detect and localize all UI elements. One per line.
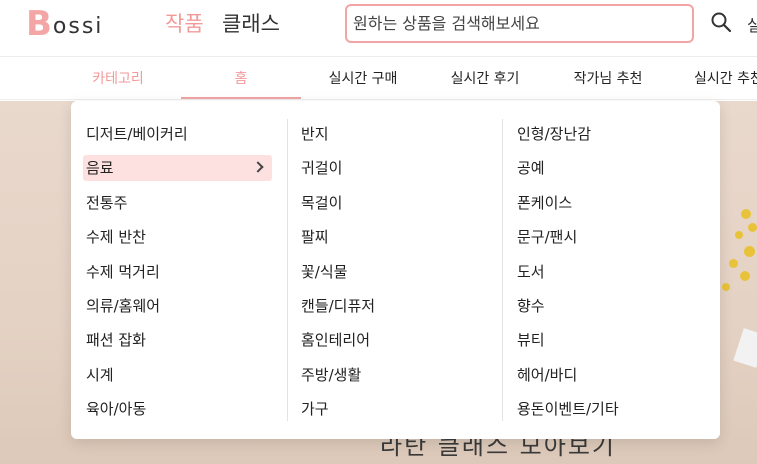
category-item[interactable]: 용돈이벤트/기타: [517, 396, 707, 422]
category-item[interactable]: 의류/홈웨어: [86, 293, 272, 319]
category-item[interactable]: 수제 먹거리: [86, 259, 272, 285]
nav-item-category[interactable]: 카테고리: [78, 58, 158, 100]
home-tab-underline: [181, 97, 301, 99]
category-item-label: 음료: [86, 159, 114, 178]
category-item[interactable]: 가구: [301, 396, 481, 422]
category-item[interactable]: 공예: [517, 155, 707, 181]
chevron-right-icon: [252, 161, 264, 174]
flower-decoration: [740, 271, 750, 281]
nav-item-realtime-review[interactable]: 실시간 후기: [440, 58, 530, 100]
paper-decoration: [733, 328, 757, 368]
category-item[interactable]: 목걸이: [301, 190, 481, 216]
category-item[interactable]: 뷰티: [517, 327, 707, 353]
category-dropdown: 디저트/베이커리 음료 전통주 수제 반찬 수제 먹거리 의류/홈웨어 패션 잡…: [71, 101, 720, 439]
category-item[interactable]: 패션 잡화: [86, 327, 272, 353]
header-cut-label[interactable]: 실: [747, 12, 757, 36]
category-item[interactable]: 귀걸이: [301, 155, 481, 181]
category-item[interactable]: 폰케이스: [517, 190, 707, 216]
category-column-2: 반지 귀걸이 목걸이 팔찌 꽃/식물 캔들/디퓨저 홈인테리어 주방/생활 가구: [301, 121, 481, 431]
flower-decoration: [744, 246, 755, 257]
column-divider: [287, 119, 288, 421]
header: B ossi 작품 클래스 실: [0, 0, 757, 57]
search-icon[interactable]: [710, 11, 732, 33]
category-item-active[interactable]: 음료: [83, 155, 272, 182]
category-item[interactable]: 육아/아동: [86, 396, 272, 422]
tab-classes[interactable]: 클래스: [222, 10, 280, 38]
flower-decoration: [735, 231, 743, 239]
category-item[interactable]: 전통주: [86, 190, 272, 216]
category-item[interactable]: 꽃/식물: [301, 259, 481, 285]
category-item[interactable]: 시계: [86, 362, 272, 388]
category-item[interactable]: 홈인테리어: [301, 327, 481, 353]
search-box: [345, 4, 694, 43]
category-item[interactable]: 도서: [517, 259, 707, 285]
nav-item-realtime-purchase[interactable]: 실시간 구매: [318, 58, 408, 100]
search-input[interactable]: [347, 6, 692, 41]
main-nav: 카테고리 홈 실시간 구매 실시간 후기 작가님 추천 실시간 추천: [0, 58, 757, 100]
logo[interactable]: B ossi: [26, 6, 103, 42]
tab-works[interactable]: 작품: [165, 10, 204, 38]
logo-text: ossi: [52, 14, 104, 39]
category-item[interactable]: 수제 반찬: [86, 224, 272, 250]
category-item[interactable]: 반지: [301, 121, 481, 147]
category-item[interactable]: 인형/장난감: [517, 121, 707, 147]
flower-decoration: [748, 223, 757, 232]
category-item[interactable]: 캔들/디퓨저: [301, 293, 481, 319]
logo-letter-b: B: [26, 4, 52, 44]
flower-decoration: [722, 283, 730, 291]
category-column-3: 인형/장난감 공예 폰케이스 문구/팬시 도서 향수 뷰티 헤어/바디 용돈이벤…: [517, 121, 707, 431]
category-item[interactable]: 문구/팬시: [517, 224, 707, 250]
category-item[interactable]: 디저트/베이커리: [86, 121, 272, 147]
nav-item-home[interactable]: 홈: [201, 58, 281, 100]
nav-item-artist-pick[interactable]: 작가님 추천: [563, 58, 653, 100]
category-item[interactable]: 헤어/바디: [517, 362, 707, 388]
flower-decoration: [741, 209, 751, 219]
nav-item-realtime-recommend[interactable]: 실시간 추천: [694, 58, 757, 100]
category-column-1: 디저트/베이커리 음료 전통주 수제 반찬 수제 먹거리 의류/홈웨어 패션 잡…: [83, 121, 272, 431]
category-item[interactable]: 주방/생활: [301, 362, 481, 388]
column-divider: [502, 119, 503, 421]
category-item[interactable]: 팔찌: [301, 224, 481, 250]
category-item[interactable]: 향수: [517, 293, 707, 319]
flower-decoration: [729, 259, 738, 268]
